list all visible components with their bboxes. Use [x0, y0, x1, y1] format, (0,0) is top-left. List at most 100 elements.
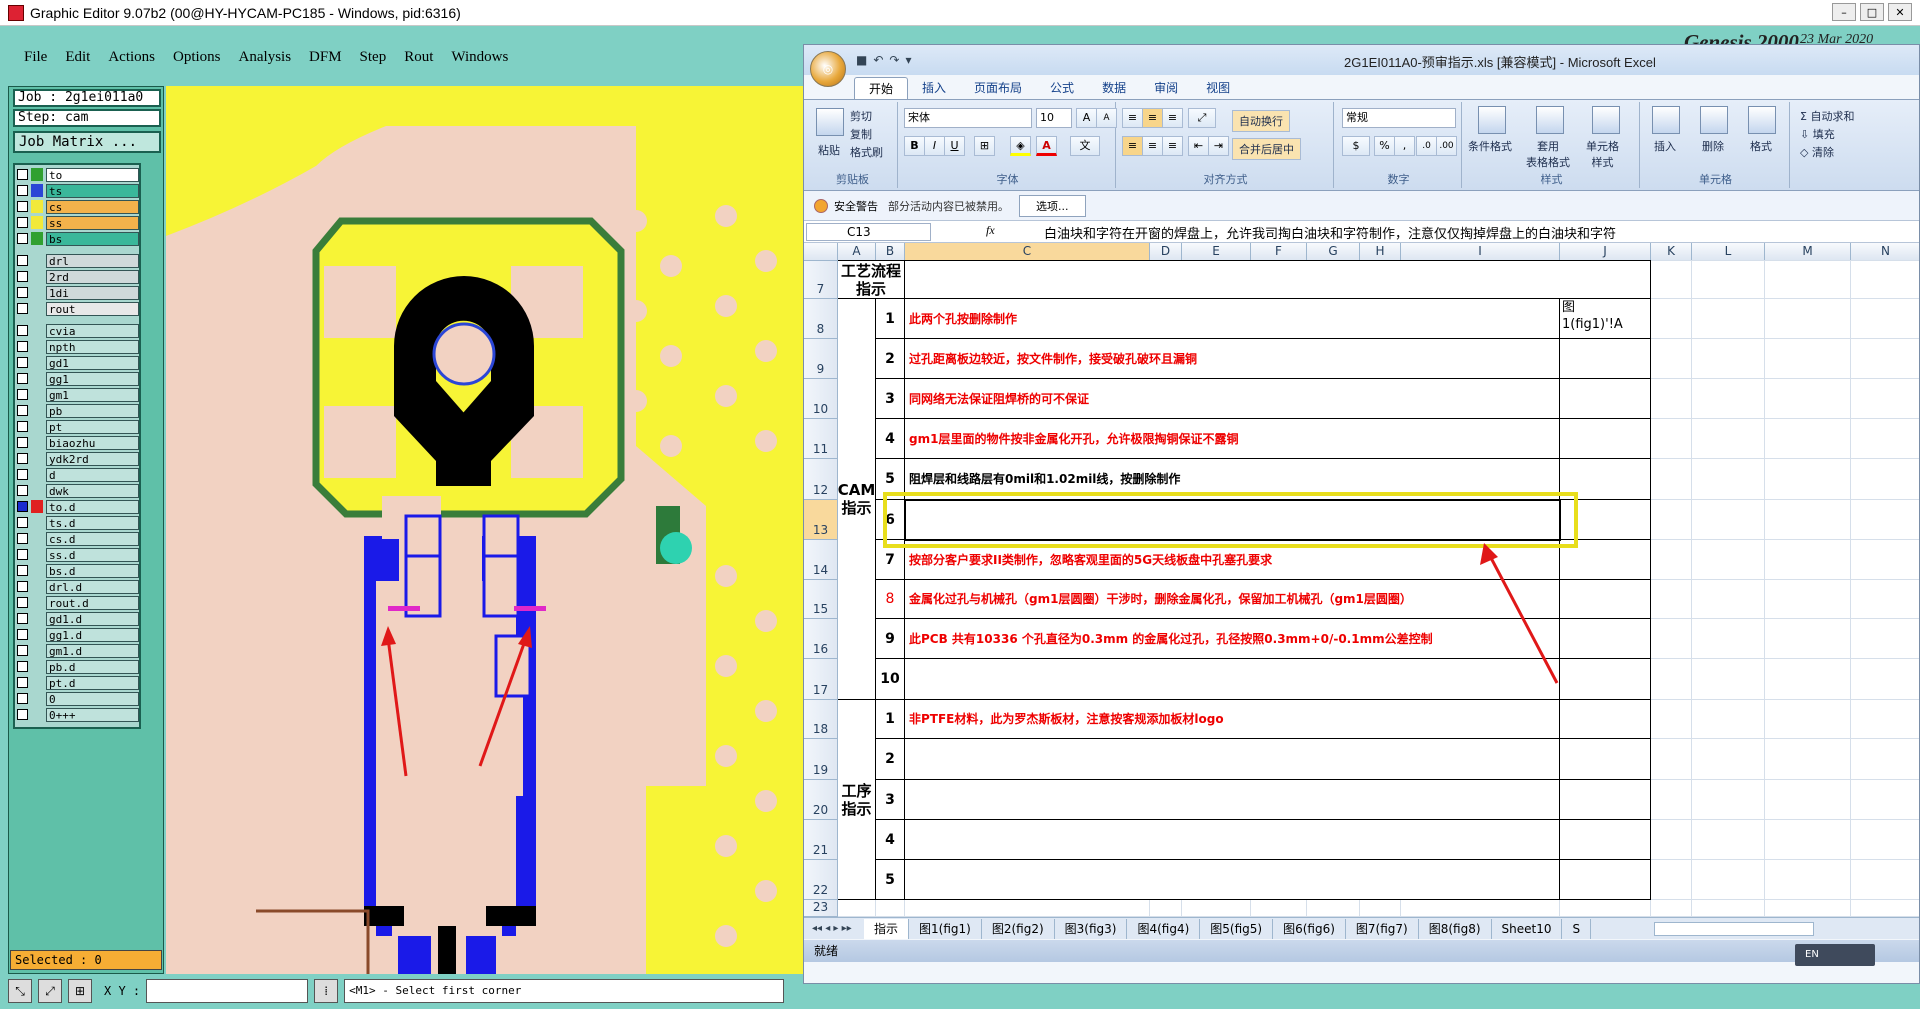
increase-indent-icon[interactable]: ⇥ [1208, 136, 1229, 156]
layer-row[interactable]: gd1.d [17, 611, 139, 626]
close-button[interactable]: ✕ [1888, 3, 1912, 21]
process-item-number[interactable]: 4 [876, 820, 905, 860]
layer-name[interactable]: ts.d [46, 515, 139, 530]
row-header[interactable]: 10 [804, 379, 838, 419]
column-header-i[interactable]: I [1401, 243, 1560, 261]
process-item-text[interactable] [905, 780, 1560, 820]
cam-item-text[interactable]: 金属化过孔与机械孔（gm1层圆圈）干涉时，删除金属化孔，保留加工机械孔（gm1层… [905, 580, 1560, 619]
layer-checkbox[interactable] [17, 271, 28, 282]
cam-item-number[interactable]: 3 [876, 379, 905, 419]
process-item-number[interactable]: 2 [876, 739, 905, 780]
align-right-icon[interactable]: ≡ [1162, 136, 1183, 156]
layer-name[interactable]: 1di [46, 285, 139, 300]
layer-row[interactable]: to [17, 167, 139, 182]
menu-step[interactable]: Step [360, 49, 387, 66]
paste-icon[interactable] [816, 108, 844, 136]
format-cells-icon[interactable] [1748, 106, 1776, 134]
font-size-select[interactable]: 10 [1036, 108, 1072, 128]
layer-checkbox[interactable] [17, 325, 28, 336]
fill-color-icon[interactable]: ◈ [1010, 136, 1031, 156]
layer-name[interactable]: 0 [46, 691, 139, 706]
layer-row[interactable]: 1di [17, 285, 139, 300]
sheet-tab[interactable]: 图5(fig5) [1200, 918, 1274, 939]
layer-name[interactable]: ss.d [46, 547, 139, 562]
align-left-icon[interactable]: ≡ [1122, 136, 1143, 156]
process-item-text[interactable] [905, 739, 1560, 780]
header-cell[interactable]: 工艺流程 指示 [838, 261, 905, 299]
layer-checkbox[interactable] [17, 217, 28, 228]
format-cells-button[interactable]: 格式 [1750, 138, 1772, 154]
layer-name[interactable]: bs [46, 231, 139, 246]
layer-row[interactable]: gd1 [17, 355, 139, 370]
layer-row[interactable]: pt [17, 419, 139, 434]
layer-row[interactable]: ts [17, 183, 139, 198]
percent-icon[interactable]: % [1374, 136, 1395, 156]
layer-checkbox[interactable] [17, 517, 28, 528]
layer-name[interactable]: cs [46, 199, 139, 214]
process-item-number[interactable]: 1 [876, 700, 905, 739]
column-j-cell[interactable] [1560, 379, 1651, 419]
paste-button[interactable]: 粘贴 [818, 142, 840, 158]
conditional-format-icon[interactable] [1478, 106, 1506, 134]
tab-insert[interactable]: 插入 [908, 77, 960, 99]
layer-name[interactable]: 0+++ [46, 707, 139, 722]
column-j-cell[interactable] [1560, 780, 1651, 820]
insert-cells-button[interactable]: 插入 [1654, 138, 1676, 154]
column-j-cell[interactable] [1560, 820, 1651, 860]
job-matrix-button[interactable]: Job Matrix ... [13, 131, 161, 153]
column-j-cell[interactable] [1560, 619, 1651, 659]
column-j-cell[interactable] [1560, 580, 1651, 619]
currency-icon[interactable]: $ [1342, 136, 1370, 156]
layer-checkbox[interactable] [17, 201, 28, 212]
underline-button[interactable]: U [944, 136, 965, 156]
layer-row[interactable]: d [17, 467, 139, 482]
layer-row[interactable]: drl [17, 253, 139, 268]
decrease-decimal-icon[interactable]: .00 [1436, 136, 1457, 156]
sheet-tab[interactable]: 图2(fig2) [982, 918, 1055, 939]
orientation-icon[interactable]: ⤢ [1188, 108, 1216, 128]
align-top-icon[interactable]: ≡ [1122, 108, 1143, 128]
merge-center-button[interactable]: 合并后居中 [1232, 138, 1301, 160]
column-j-cell[interactable]: 图 1(fig1)'!A [1560, 299, 1651, 339]
column-j-cell[interactable] [1560, 739, 1651, 780]
layer-name[interactable]: drl.d [46, 579, 139, 594]
maximize-button[interactable]: □ [1860, 3, 1884, 21]
layer-checkbox[interactable] [17, 389, 28, 400]
row-header[interactable]: 12 [804, 459, 838, 500]
menu-file[interactable]: File [24, 49, 47, 66]
wrap-text-button[interactable]: 自动换行 [1232, 110, 1290, 132]
zoom-area-button[interactable]: ⤢ [38, 979, 62, 1003]
layer-row[interactable]: npth [17, 339, 139, 354]
layer-name[interactable]: pb.d [46, 659, 139, 674]
layer-name[interactable]: gd1.d [46, 611, 139, 626]
decrease-indent-icon[interactable]: ⇤ [1188, 136, 1209, 156]
layer-checkbox[interactable] [17, 453, 28, 464]
layer-checkbox[interactable] [17, 233, 28, 244]
column-header-a[interactable]: A [838, 243, 876, 261]
copy-button[interactable]: 复制 [850, 126, 872, 142]
row-header[interactable]: 23 [804, 900, 838, 917]
layer-name[interactable]: pb [46, 403, 139, 418]
row-header[interactable]: 11 [804, 419, 838, 459]
layer-checkbox[interactable] [17, 405, 28, 416]
layer-row[interactable]: gm1.d [17, 643, 139, 658]
menu-options[interactable]: Options [173, 49, 221, 66]
layer-row[interactable]: biaozhu [17, 435, 139, 450]
layer-row[interactable]: rout [17, 301, 139, 316]
font-color-icon[interactable]: A [1036, 136, 1057, 156]
job-field[interactable]: Job : 2g1ei011a0 [13, 89, 161, 107]
column-header-b[interactable]: B [876, 243, 905, 261]
table-format-icon[interactable] [1536, 106, 1564, 134]
header-blank-cell[interactable] [905, 261, 1651, 299]
layer-name[interactable]: rout [46, 301, 139, 316]
column-j-cell[interactable] [1560, 339, 1651, 379]
column-j-cell[interactable] [1560, 659, 1651, 700]
layer-checkbox[interactable] [17, 469, 28, 480]
shrink-font-button[interactable]: A [1096, 108, 1117, 128]
row-header[interactable]: 18 [804, 700, 838, 739]
layer-name[interactable]: npth [46, 339, 139, 354]
row-header[interactable]: 17 [804, 659, 838, 700]
layer-name[interactable]: to [46, 167, 139, 182]
menu-actions[interactable]: Actions [108, 49, 155, 66]
column-j-cell[interactable] [1560, 419, 1651, 459]
